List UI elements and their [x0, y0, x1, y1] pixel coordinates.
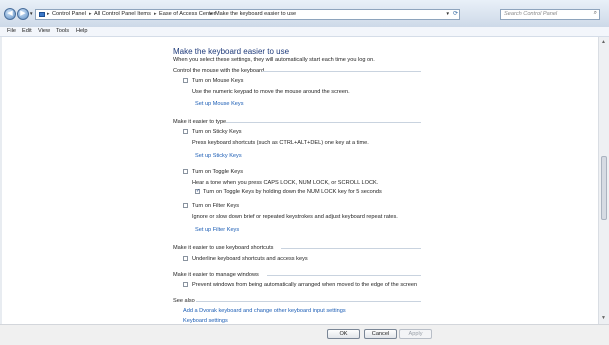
breadcrumb-ease-of-access[interactable]: Ease of Access Center	[159, 11, 216, 17]
ok-button[interactable]: OK	[327, 329, 360, 339]
section-heading-shortcuts: Make it easier to use keyboard shortcuts	[173, 245, 274, 251]
apply-button[interactable]: Apply	[399, 329, 432, 339]
toggle-keys-hold-checkbox[interactable]: ✓	[195, 189, 200, 194]
breadcrumb-separator-icon[interactable]: ▸	[154, 11, 157, 17]
toggle-keys-description: Hear a tone when you press CAPS LOCK, NU…	[192, 180, 379, 186]
section-divider	[196, 301, 421, 302]
breadcrumb-all-items[interactable]: All Control Panel Items	[94, 11, 151, 17]
breadcrumb-separator-icon[interactable]: ▸	[47, 11, 50, 17]
filter-keys-description: Ignore or slow down brief or repeated ke…	[192, 214, 398, 220]
scroll-up-icon[interactable]: ▲	[601, 39, 606, 45]
menu-view[interactable]: View	[38, 28, 50, 34]
mouse-keys-label[interactable]: Turn on Mouse Keys	[192, 78, 243, 84]
section-heading-windows: Make it easier to manage windows	[173, 272, 259, 278]
setup-mouse-keys-link[interactable]: Set up Mouse Keys	[195, 101, 244, 107]
menu-tools[interactable]: Tools	[56, 28, 69, 34]
address-dropdown-icon[interactable]: ▼	[446, 11, 450, 16]
menu-bar: File Edit View Tools Help	[0, 27, 609, 37]
dialog-button-bar: OK Cancel Apply	[0, 324, 609, 345]
section-heading-see-also: See also	[173, 298, 195, 304]
sticky-keys-description: Press keyboard shortcuts (such as CTRL+A…	[192, 140, 369, 146]
section-divider	[226, 122, 421, 123]
menu-edit[interactable]: Edit	[22, 28, 32, 34]
mouse-keys-checkbox[interactable]	[183, 78, 188, 83]
window-left-edge	[0, 37, 2, 324]
toggle-keys-checkbox[interactable]	[183, 169, 188, 174]
setup-sticky-keys-link[interactable]: Set up Sticky Keys	[195, 153, 242, 159]
section-divider	[267, 275, 421, 276]
search-placeholder: Search Control Panel	[504, 11, 558, 17]
sticky-keys-checkbox[interactable]	[183, 129, 188, 134]
scroll-down-icon[interactable]: ▼	[601, 315, 606, 321]
section-heading-typing: Make it easier to type	[173, 119, 227, 125]
back-button[interactable]: ◀	[4, 8, 16, 20]
prevent-arrange-checkbox[interactable]	[183, 282, 188, 287]
checkmark-icon: ✓	[196, 188, 201, 194]
sticky-keys-label[interactable]: Turn on Sticky Keys	[192, 129, 242, 135]
address-bar[interactable]: ▸ Control Panel ▸ All Control Panel Item…	[35, 9, 460, 20]
setup-filter-keys-link[interactable]: Set up Filter Keys	[195, 227, 239, 233]
breadcrumb-control-panel[interactable]: Control Panel	[52, 11, 86, 17]
filter-keys-label[interactable]: Turn on Filter Keys	[192, 203, 239, 209]
search-input[interactable]: Search Control Panel ⌕	[500, 9, 600, 20]
section-divider	[281, 248, 421, 249]
section-heading-mouse: Control the mouse with the keyboard	[173, 68, 265, 74]
search-icon[interactable]: ⌕	[594, 10, 597, 17]
menu-help[interactable]: Help	[76, 28, 88, 34]
recent-pages-dropdown-icon[interactable]: ▼	[29, 11, 33, 16]
dvorak-keyboard-link[interactable]: Add a Dvorak keyboard and change other k…	[183, 308, 346, 314]
toggle-keys-label[interactable]: Turn on Toggle Keys	[192, 169, 243, 175]
page-subtitle: When you select these settings, they wil…	[173, 57, 375, 63]
control-panel-icon	[39, 12, 45, 17]
refresh-icon[interactable]: ⟳	[453, 10, 458, 17]
page-title: Make the keyboard easier to use	[173, 47, 290, 56]
breadcrumb-current-page[interactable]: Make the keyboard easier to use	[215, 11, 296, 17]
breadcrumb-separator-icon[interactable]: ▸	[210, 11, 213, 17]
forward-button[interactable]: ▶	[17, 8, 29, 20]
filter-keys-checkbox[interactable]	[183, 203, 188, 208]
mouse-keys-description: Use the numeric keypad to move the mouse…	[192, 89, 350, 95]
vertical-scrollbar[interactable]: ▲ ▼	[598, 37, 609, 324]
navigation-bar: ◀ ▶ ▼ ▸ Control Panel ▸ All Control Pane…	[0, 0, 609, 27]
section-divider	[262, 71, 421, 72]
scrollbar-thumb[interactable]	[601, 156, 607, 220]
underline-shortcuts-checkbox[interactable]	[183, 256, 188, 261]
toggle-keys-hold-label[interactable]: Turn on Toggle Keys by holding down the …	[203, 189, 382, 195]
cancel-button[interactable]: Cancel	[364, 329, 397, 339]
breadcrumb-separator-icon[interactable]: ▸	[89, 11, 92, 17]
menu-file[interactable]: File	[7, 28, 16, 34]
underline-shortcuts-label[interactable]: Underline keyboard shortcuts and access …	[192, 256, 308, 262]
prevent-arrange-label[interactable]: Prevent windows from being automatically…	[192, 282, 417, 288]
